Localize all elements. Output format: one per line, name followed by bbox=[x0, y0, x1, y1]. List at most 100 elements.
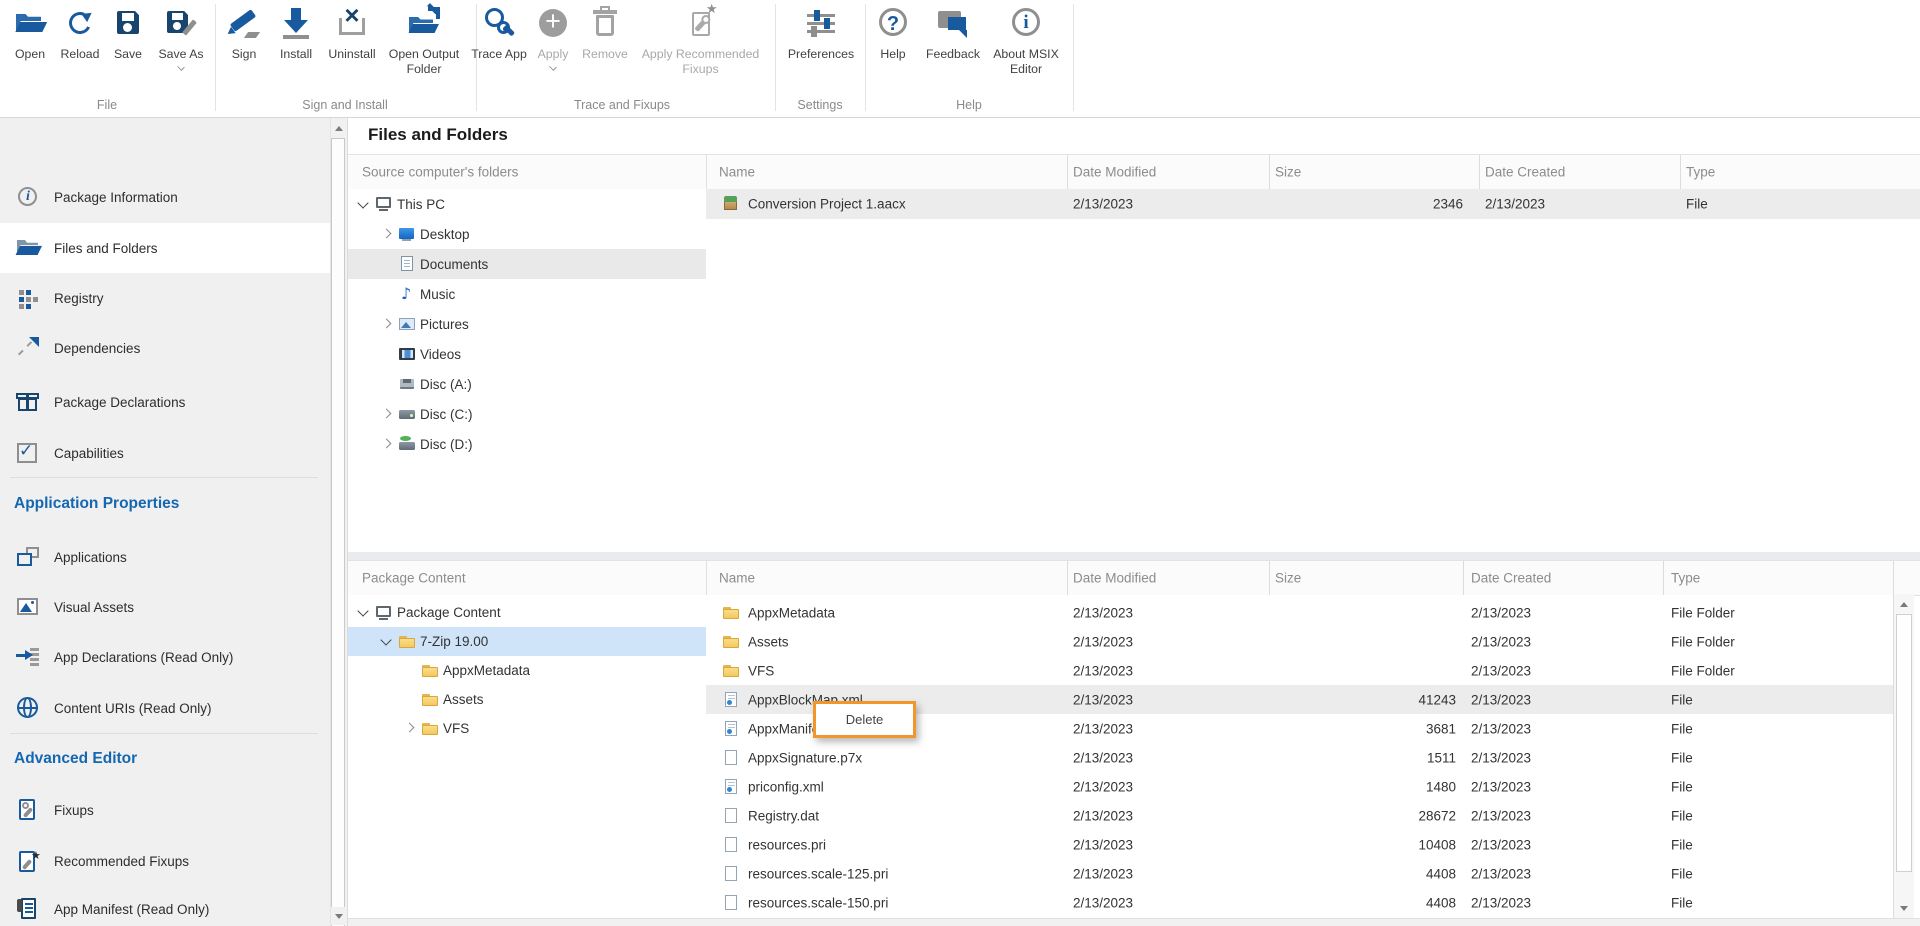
feedback-button[interactable]: Feedback bbox=[921, 5, 985, 62]
tree-node[interactable]: Videos bbox=[348, 339, 706, 369]
scrollbar-thumb[interactable] bbox=[331, 138, 345, 926]
package-content-header[interactable]: Package Content bbox=[348, 561, 707, 595]
file-row[interactable]: Registry.dat 2/13/2023 28672 2/13/2023 F… bbox=[706, 801, 1893, 830]
sidebar-scrollbar[interactable] bbox=[330, 118, 347, 926]
apply-recommended-fixups-button[interactable]: Apply Recommended Fixups bbox=[628, 5, 773, 77]
sidebar-item-content-uris[interactable]: Content URIs (Read Only) bbox=[0, 683, 330, 733]
expander-icon[interactable] bbox=[379, 634, 394, 649]
column-divider[interactable] bbox=[1269, 155, 1270, 189]
column-header-name[interactable]: Name bbox=[719, 571, 755, 586]
open-button[interactable]: Open bbox=[6, 5, 54, 62]
expander-icon[interactable] bbox=[379, 377, 394, 392]
column-divider[interactable] bbox=[1663, 561, 1664, 595]
tree-node[interactable]: Documents bbox=[348, 249, 706, 279]
column-divider[interactable] bbox=[1269, 561, 1270, 595]
tree-node[interactable]: VFS bbox=[348, 714, 706, 743]
file-row[interactable]: priconfig.xml 2/13/2023 1480 2/13/2023 F… bbox=[706, 772, 1893, 801]
install-button[interactable]: Install bbox=[268, 5, 324, 62]
file-icon bbox=[722, 749, 740, 767]
file-row[interactable]: resources.scale-150.pri 2/13/2023 4408 2… bbox=[706, 888, 1893, 917]
column-header-name[interactable]: Name bbox=[719, 165, 755, 180]
file-row[interactable]: AppxSignature.p7x 2/13/2023 1511 2/13/20… bbox=[706, 743, 1893, 772]
file-row[interactable]: Conversion Project 1.aacx 2/13/2023 2346… bbox=[706, 189, 1920, 219]
sidebar-item-recommended-fixups[interactable]: Recommended Fixups bbox=[0, 836, 330, 886]
expander-icon[interactable] bbox=[379, 407, 394, 422]
tree-node[interactable]: Disc (C:) bbox=[348, 399, 706, 429]
column-header-date-modified[interactable]: Date Modified bbox=[1073, 165, 1156, 180]
expander-icon[interactable] bbox=[379, 347, 394, 362]
sidebar-item-app-manifest[interactable]: App Manifest (Read Only) bbox=[0, 884, 330, 926]
column-header-size[interactable]: Size bbox=[1275, 571, 1301, 586]
column-divider[interactable] bbox=[1067, 155, 1068, 189]
expander-icon[interactable] bbox=[402, 692, 417, 707]
sidebar-item-fixups[interactable]: Fixups bbox=[0, 785, 330, 835]
scroll-down-button[interactable] bbox=[1894, 899, 1914, 917]
column-divider[interactable] bbox=[1463, 561, 1464, 595]
preferences-button[interactable]: Preferences bbox=[784, 5, 858, 62]
sign-button[interactable]: Sign bbox=[221, 5, 267, 62]
file-row[interactable]: resources.pri 2/13/2023 10408 2/13/2023 … bbox=[706, 830, 1893, 859]
about-msix-editor-button[interactable]: About MSIX Editor bbox=[982, 5, 1070, 77]
save-as-button[interactable]: Save As bbox=[152, 5, 210, 72]
tree-node[interactable]: This PC bbox=[348, 189, 706, 219]
source-folders-header[interactable]: Source computer's folders bbox=[348, 155, 707, 189]
scroll-up-button[interactable] bbox=[331, 119, 347, 137]
reload-button[interactable]: Reload bbox=[56, 5, 104, 62]
scroll-up-button[interactable] bbox=[1894, 595, 1914, 613]
context-menu-item-delete[interactable]: Delete bbox=[846, 712, 884, 727]
open-output-folder-button[interactable]: Open Output Folder bbox=[375, 5, 473, 77]
trace-app-button[interactable]: Trace App bbox=[470, 5, 528, 62]
file-row[interactable]: AppxMetadata 2/13/2023 2/13/2023 File Fo… bbox=[706, 598, 1893, 627]
column-divider[interactable] bbox=[1067, 561, 1068, 595]
column-divider[interactable] bbox=[1479, 155, 1480, 189]
scrollbar-thumb[interactable] bbox=[1896, 614, 1912, 872]
pane-splitter[interactable] bbox=[348, 552, 1920, 560]
tree-node[interactable]: Pictures bbox=[348, 309, 706, 339]
expander-icon[interactable] bbox=[379, 317, 394, 332]
help-button[interactable]: Help bbox=[871, 5, 915, 62]
file-row[interactable]: resources.scale-125.pri 2/13/2023 4408 2… bbox=[706, 859, 1893, 888]
expander-icon[interactable] bbox=[379, 257, 394, 272]
sidebar-item-package-information[interactable]: Package Information bbox=[0, 172, 330, 222]
sidebar-item-capabilities[interactable]: Capabilities bbox=[0, 428, 330, 478]
sidebar-item-app-declarations[interactable]: App Declarations (Read Only) bbox=[0, 632, 330, 682]
tree-node[interactable]: Disc (D:) bbox=[348, 429, 706, 459]
tree-node[interactable]: Desktop bbox=[348, 219, 706, 249]
column-header-date-created[interactable]: Date Created bbox=[1471, 571, 1551, 586]
tree-node[interactable]: Music bbox=[348, 279, 706, 309]
expander-icon[interactable] bbox=[379, 437, 394, 452]
file-row[interactable]: VFS 2/13/2023 2/13/2023 File Folder bbox=[706, 656, 1893, 685]
sidebar-item-registry[interactable]: Registry bbox=[0, 273, 330, 323]
expander-icon[interactable] bbox=[402, 721, 417, 736]
column-header-type[interactable]: Type bbox=[1686, 165, 1715, 180]
column-header-date-modified[interactable]: Date Modified bbox=[1073, 571, 1156, 586]
chevron-down-icon[interactable] bbox=[176, 64, 186, 72]
sidebar-item-visual-assets[interactable]: Visual Assets bbox=[0, 582, 330, 632]
column-header-size[interactable]: Size bbox=[1275, 165, 1301, 180]
expander-icon[interactable] bbox=[356, 197, 371, 212]
file-row[interactable]: Assets 2/13/2023 2/13/2023 File Folder bbox=[706, 627, 1893, 656]
sidebar-item-package-declarations[interactable]: Package Declarations bbox=[0, 377, 330, 427]
tree-node[interactable]: Assets bbox=[348, 685, 706, 714]
column-header-date-created[interactable]: Date Created bbox=[1485, 165, 1565, 180]
sidebar-item-files-and-folders[interactable]: Files and Folders bbox=[0, 223, 330, 273]
apply-button[interactable]: Apply bbox=[527, 5, 579, 72]
expander-icon[interactable] bbox=[379, 227, 394, 242]
scroll-down-button[interactable] bbox=[331, 907, 347, 925]
tree-node[interactable]: AppxMetadata bbox=[348, 656, 706, 685]
save-button[interactable]: Save bbox=[105, 5, 151, 62]
sidebar-item-applications[interactable]: Applications bbox=[0, 532, 330, 582]
expander-icon[interactable] bbox=[379, 287, 394, 302]
file-list-scrollbar[interactable] bbox=[1893, 594, 1914, 918]
tree-node[interactable]: Disc (A:) bbox=[348, 369, 706, 399]
column-header-type[interactable]: Type bbox=[1671, 571, 1700, 586]
tree-node[interactable]: Package Content bbox=[348, 598, 706, 627]
remove-button[interactable]: Remove bbox=[577, 5, 633, 62]
sidebar-item-dependencies[interactable]: Dependencies bbox=[0, 323, 330, 373]
tree-node[interactable]: 7-Zip 19.00 bbox=[348, 627, 706, 656]
chevron-down-icon[interactable] bbox=[548, 64, 558, 72]
column-divider[interactable] bbox=[1680, 155, 1681, 189]
expander-icon[interactable] bbox=[356, 605, 371, 620]
expander-icon[interactable] bbox=[402, 663, 417, 678]
horizontal-scroll-strip[interactable] bbox=[348, 918, 1920, 926]
